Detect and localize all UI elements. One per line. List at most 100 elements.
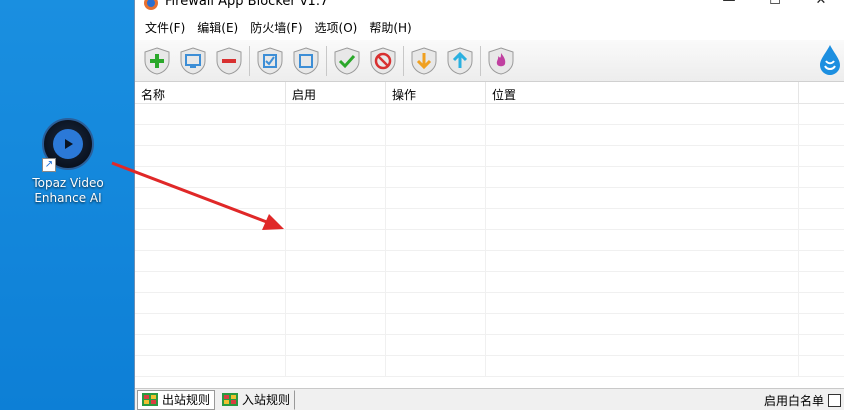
firewall-button[interactable] <box>485 45 517 77</box>
empty-grid-cell <box>799 146 844 166</box>
inbound-rules-icon <box>222 393 239 406</box>
empty-grid-cell <box>799 272 844 292</box>
minimize-button[interactable]: — <box>706 0 752 14</box>
app-logo-icon <box>143 0 159 14</box>
empty-grid-cell <box>386 293 486 313</box>
empty-grid-cell <box>135 125 286 145</box>
rules-list[interactable]: 名称 启用 操作 位置 <box>135 82 844 388</box>
empty-grid-row <box>135 356 844 377</box>
toolbar-separator <box>403 45 404 76</box>
empty-grid-cell <box>486 335 799 355</box>
empty-grid-cell <box>286 125 386 145</box>
toolbar-separator <box>249 45 250 76</box>
empty-grid-cell <box>286 167 386 187</box>
column-header-enabled[interactable]: 启用 <box>286 82 386 103</box>
monitor-icon <box>180 46 206 75</box>
column-header-filler <box>799 82 844 103</box>
uncheck-all-button[interactable] <box>290 45 322 77</box>
move-down-button[interactable] <box>408 45 440 77</box>
empty-grid-cell <box>799 251 844 271</box>
empty-grid-cell <box>135 314 286 334</box>
empty-grid-cell <box>386 314 486 334</box>
status-bar: 出站规则 入站规则 启用白名单 <box>135 388 844 410</box>
check-all-button[interactable] <box>254 45 286 77</box>
window-title: Firewall App Blocker v1.7 <box>165 0 329 9</box>
menu-help[interactable]: 帮助(H) <box>363 19 417 36</box>
toolbar-separator <box>326 45 327 76</box>
empty-grid-cell <box>799 167 844 187</box>
empty-grid-cell <box>486 188 799 208</box>
menu-file[interactable]: 文件(F) <box>139 19 191 36</box>
tab-inbound-rules[interactable]: 入站规则 <box>217 389 296 410</box>
checked-box-icon <box>257 46 283 75</box>
empty-grid-row <box>135 314 844 335</box>
empty-grid-cell <box>386 272 486 292</box>
empty-grid-cell <box>486 314 799 334</box>
tab-outbound-rules[interactable]: 出站规则 <box>137 389 216 410</box>
column-header-name[interactable]: 名称 <box>135 82 286 103</box>
empty-grid-cell <box>386 335 486 355</box>
shortcut-label: Topaz Video Enhance AI <box>32 176 103 206</box>
empty-grid-row <box>135 293 844 314</box>
empty-grid-cell <box>286 314 386 334</box>
tab-inbound-label: 入站规则 <box>242 393 291 407</box>
allow-check-icon <box>334 46 360 75</box>
empty-grid-cell <box>386 125 486 145</box>
empty-grid-cell <box>286 335 386 355</box>
empty-grid-cell <box>799 314 844 334</box>
desktop-shortcut-topaz[interactable]: ↗ Topaz Video Enhance AI <box>22 118 114 206</box>
empty-grid-cell <box>386 167 486 187</box>
remove-button[interactable] <box>213 45 245 77</box>
tab-outbound-label: 出站规则 <box>162 393 211 407</box>
empty-grid-cell <box>135 272 286 292</box>
empty-grid-cell <box>799 356 844 376</box>
move-up-button[interactable] <box>444 45 476 77</box>
empty-grid-cell <box>486 167 799 187</box>
empty-grid-cell <box>386 146 486 166</box>
empty-grid-cell <box>135 230 286 250</box>
shortcut-label-line2: Enhance AI <box>34 191 102 205</box>
empty-grid-cell <box>386 251 486 271</box>
add-button[interactable] <box>141 45 173 77</box>
arrow-up-icon <box>447 46 473 75</box>
close-button[interactable]: ✕ <box>798 0 844 14</box>
empty-grid-cell <box>486 230 799 250</box>
empty-grid-cell <box>135 146 286 166</box>
empty-grid-row <box>135 146 844 167</box>
empty-grid-cell <box>799 230 844 250</box>
empty-grid-cell <box>286 251 386 271</box>
add-icon <box>144 46 170 75</box>
whitelist-toggle[interactable]: 启用白名单 <box>764 392 841 409</box>
column-header-location[interactable]: 位置 <box>486 82 799 103</box>
menu-firewall[interactable]: 防火墙(F) <box>244 19 308 36</box>
empty-grid-cell <box>486 104 799 124</box>
allow-button[interactable] <box>331 45 363 77</box>
empty-grid-cell <box>386 188 486 208</box>
column-header-action[interactable]: 操作 <box>386 82 486 103</box>
empty-grid-cell <box>486 293 799 313</box>
menu-options[interactable]: 选项(O) <box>309 19 364 36</box>
empty-grid-cell <box>799 188 844 208</box>
menu-edit[interactable]: 编辑(E) <box>191 19 244 36</box>
empty-grid-cell <box>386 104 486 124</box>
arrow-down-icon <box>411 46 437 75</box>
list-header: 名称 启用 操作 位置 <box>135 82 844 104</box>
topaz-play-icon: ↗ <box>42 118 94 172</box>
empty-grid-cell <box>286 104 386 124</box>
empty-grid-cell <box>286 146 386 166</box>
title-bar[interactable]: Firewall App Blocker v1.7 — ☐ ✕ <box>135 0 844 14</box>
empty-grid-cell <box>286 209 386 229</box>
toolbar <box>135 40 844 82</box>
monitor-button[interactable] <box>177 45 209 77</box>
maximize-button[interactable]: ☐ <box>752 0 798 14</box>
empty-grid-row <box>135 230 844 251</box>
empty-grid-cell <box>486 356 799 376</box>
empty-grid-cell <box>135 293 286 313</box>
block-button[interactable] <box>367 45 399 77</box>
empty-grid-cell <box>135 356 286 376</box>
empty-grid-cell <box>799 293 844 313</box>
whitelist-checkbox[interactable] <box>828 394 841 407</box>
empty-grid-cell <box>135 188 286 208</box>
empty-grid-cell <box>286 356 386 376</box>
empty-grid-cell <box>799 104 844 124</box>
